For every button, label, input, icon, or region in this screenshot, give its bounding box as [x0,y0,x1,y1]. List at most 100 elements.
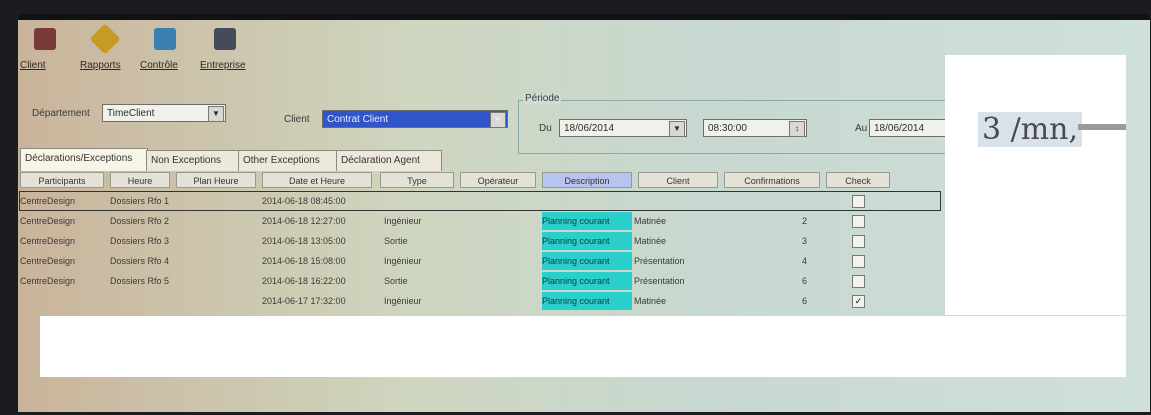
column-header-confirmations[interactable]: Confirmations [724,172,820,188]
toolbar-client-button[interactable]: Client [20,22,80,80]
department-label: Département [32,108,90,119]
from-time-value: 08:30:00 [708,123,747,134]
from-label: Du [539,123,552,134]
column-header-description[interactable]: Description [542,172,632,188]
cell-name: Dossiers Rfo 2 [110,216,170,226]
control-icon [154,28,176,50]
period-group: Période Du 18/06/2014 ▼ 08:30:00 ↕ Au 18… [518,93,980,154]
cell-datetime: 2014-06-18 15:08:00 [262,256,346,266]
cell-client: Présentation [634,276,685,286]
row-checkbox-checked[interactable]: ✓ [852,295,865,308]
cell-type [384,192,454,210]
filter-bar: Département TimeClient ▼ Client Contrat … [18,93,980,154]
window-top-edge [18,14,1150,20]
toolbar-client-label: Client [20,60,46,71]
column-header-date-heure[interactable]: Date et Heure [262,172,372,188]
cell-description: Planning courant [542,252,632,270]
row-checkbox[interactable] [852,255,865,268]
cell-datetime: 2014-06-18 16:22:00 [262,276,346,286]
from-time-spinner[interactable]: 08:30:00 ↕ [703,119,807,137]
cell-type: Sortie [384,276,408,286]
redaction-box-right [945,55,1126,315]
cell-confirmations: 2 [802,216,808,226]
cell-client: Matinée [634,236,667,246]
cell-client: Présentation [634,256,685,266]
tab-non-exceptions[interactable]: Non Exceptions [146,150,240,171]
client-select[interactable]: Contrat Client ▼ [322,110,508,128]
cell-participant: CentreDesign [20,236,76,246]
cell-confirmations: 6 [802,296,808,306]
handwritten-unit-note: 3 /mn, [978,112,1083,147]
cell-description: Planning courant [542,272,632,290]
company-icon [214,28,236,50]
cell-datetime: 2014-06-18 12:27:00 [262,216,346,226]
cell-datetime: 2014-06-18 08:45:00 [262,196,346,206]
toolbar-reports-label: Rapports [80,60,121,71]
chevron-down-icon[interactable]: ▼ [669,121,685,137]
column-header-plan-heure[interactable]: Plan Heure [176,172,256,188]
from-date-value: 18/06/2014 [564,123,615,134]
column-header-heure[interactable]: Heure [110,172,170,188]
column-header-operateur[interactable]: Opérateur [460,172,536,188]
table-row[interactable]: CentreDesign Dossiers Rfo 5 2014-06-18 1… [20,272,940,290]
exceptions-table: Participants Heure Plan Heure Date et He… [19,172,941,322]
row-checkbox[interactable] [852,195,865,208]
cell-type: Sortie [384,236,408,246]
from-date-picker[interactable]: 18/06/2014 ▼ [559,119,687,137]
cell-participant: CentreDesign [20,256,76,266]
table-row[interactable]: CentreDesign Dossiers Rfo 4 2014-06-18 1… [20,252,940,270]
column-header-participants[interactable]: Participants [20,172,104,188]
table-row[interactable]: CentreDesign Dossiers Rfo 1 2014-06-18 0… [19,191,941,211]
cell-description: Planning courant [542,232,632,250]
tab-other-exceptions[interactable]: Other Exceptions [238,150,338,171]
cell-type: Ingénieur [384,216,422,226]
cell-participant: CentreDesign [20,276,76,286]
column-header-type[interactable]: Type [380,172,454,188]
cell-type: Ingénieur [384,296,422,306]
table-row[interactable]: CentreDesign Dossiers Rfo 3 2014-06-18 1… [20,232,940,250]
cell-name: Dossiers Rfo 1 [110,196,170,206]
table-row[interactable]: 2014-06-17 17:32:00 Ingénieur Planning c… [20,292,940,310]
cell-type: Ingénieur [384,256,422,266]
reports-icon [89,23,121,55]
spinner-arrows-icon[interactable]: ↕ [789,121,805,137]
cell-client: Matinée [634,296,667,306]
toolbar-control-label: Contrôle [140,60,178,71]
row-checkbox[interactable] [852,235,865,248]
cell-description: Planning courant [542,292,632,310]
tab-bar: Déclarations/Exceptions Non Exceptions O… [20,148,480,172]
main-toolbar: Client Rapports Contrôle Entreprise [20,22,280,80]
toolbar-company-button[interactable]: Entreprise [200,22,260,80]
cell-description: Planning courant [542,212,632,230]
cell-datetime: 2014-06-17 17:32:00 [262,296,346,306]
redaction-box-bottom [40,316,1126,377]
toolbar-company-label: Entreprise [200,60,246,71]
column-header-check[interactable]: Check [826,172,890,188]
cell-participant: CentreDesign [20,216,76,226]
row-checkbox[interactable] [852,215,865,228]
slider-handle[interactable] [1078,124,1126,130]
to-label: Au [855,123,868,134]
row-checkbox[interactable] [852,275,865,288]
chevron-down-icon[interactable]: ▼ [208,106,224,122]
period-label: Période [523,93,562,104]
cell-participant: CentreDesign [20,196,76,206]
chevron-down-icon[interactable]: ▼ [490,112,506,128]
cell-name: Dossiers Rfo 5 [110,276,170,286]
client-label: Client [284,114,310,125]
to-date-value: 18/06/2014 [874,123,925,134]
toolbar-reports-button[interactable]: Rapports [80,22,140,80]
client-icon [34,28,56,50]
cell-confirmations: 4 [802,256,808,266]
toolbar-control-button[interactable]: Contrôle [140,22,200,80]
cell-confirmations: 6 [802,276,808,286]
column-header-client[interactable]: Client [638,172,718,188]
cell-client: Matinée [634,216,667,226]
table-row[interactable]: CentreDesign Dossiers Rfo 2 2014-06-18 1… [20,212,940,230]
department-select[interactable]: TimeClient ▼ [102,104,226,122]
cell-datetime: 2014-06-18 13:05:00 [262,236,346,246]
client-value: Contrat Client [327,114,389,125]
department-value: TimeClient [107,108,155,119]
tab-declarations-exceptions[interactable]: Déclarations/Exceptions [20,148,148,171]
tab-declaration-agent[interactable]: Déclaration Agent [336,150,442,171]
